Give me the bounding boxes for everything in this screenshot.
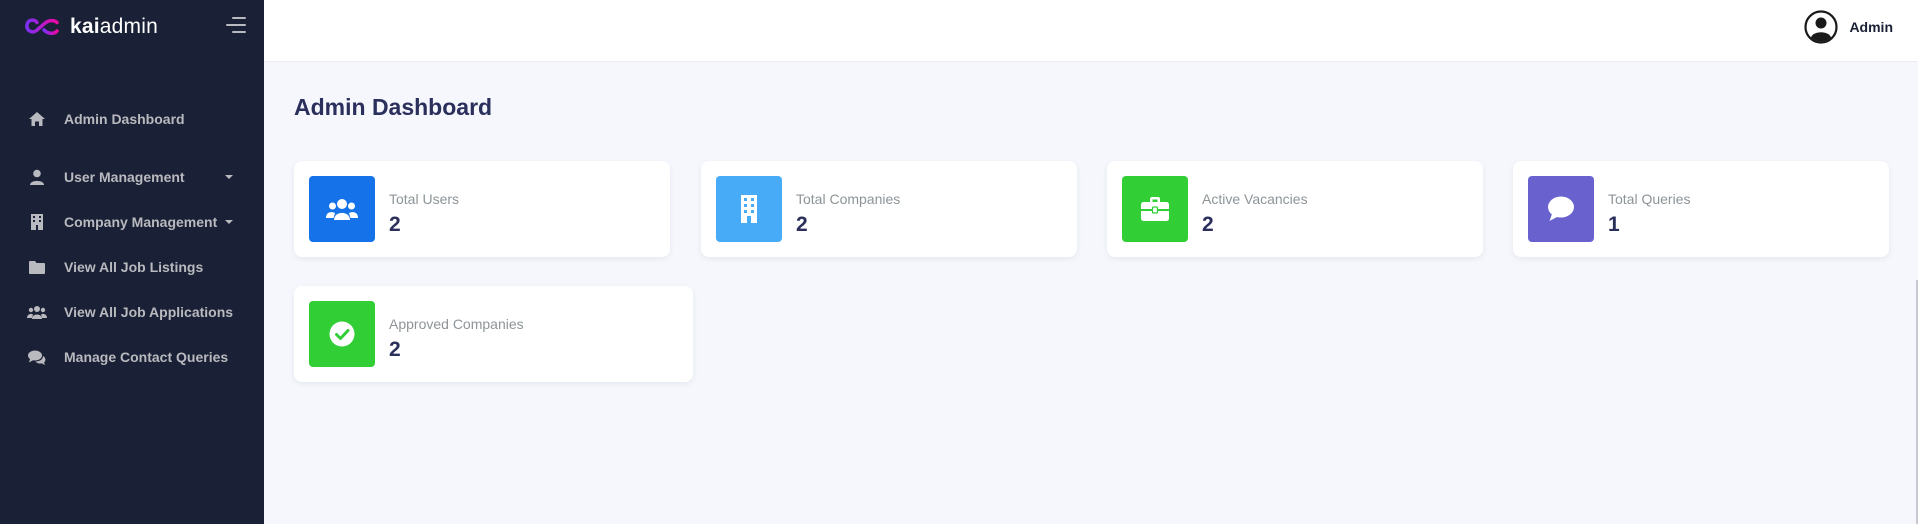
user-avatar-icon	[1804, 10, 1839, 44]
card-value: 2	[389, 338, 401, 361]
top-navbar: Admin	[264, 0, 1918, 62]
sidebar-item-admin-dashboard[interactable]: Admin Dashboard	[0, 102, 264, 136]
stat-card-total-queries: Total Queries 1	[1513, 161, 1889, 257]
stat-card-total-users: Total Users 2	[294, 161, 670, 257]
sidebar-item-user-management[interactable]: User Management	[0, 160, 264, 194]
kaiadmin-logo-icon	[24, 16, 64, 38]
card-label: Active Vacancies	[1202, 191, 1308, 207]
sidebar-item-label: View All Job Applications	[64, 304, 234, 320]
brand[interactable]: kaiadmin	[0, 0, 264, 54]
sidebar: kaiadmin Admin Dashboard User Management…	[0, 0, 264, 524]
sidebar-item-label: Admin Dashboard	[64, 111, 185, 127]
building-icon	[716, 176, 782, 242]
card-value: 2	[1202, 213, 1214, 236]
sidebar-toggle-button[interactable]	[222, 17, 246, 37]
brand-name: kaiadmin	[70, 15, 158, 38]
sidebar-item-label: Company Management	[64, 214, 218, 230]
stat-card-approved-companies: Approved Companies 2	[294, 286, 693, 382]
home-icon	[27, 111, 47, 127]
page-title: Admin Dashboard	[294, 94, 493, 120]
building-icon	[27, 214, 47, 230]
sidebar-item-job-applications[interactable]: View All Job Applications	[0, 295, 264, 329]
sidebar-item-company-management[interactable]: Company Management	[0, 205, 264, 239]
comments-icon	[27, 349, 47, 365]
stat-card-total-companies: Total Companies 2	[701, 161, 1077, 257]
sidebar-item-label: View All Job Listings	[64, 259, 204, 275]
folder-icon	[27, 259, 47, 275]
card-label: Approved Companies	[389, 316, 524, 332]
user-name: Admin	[1849, 19, 1893, 35]
user-menu[interactable]: Admin	[1804, 10, 1893, 44]
card-value: 2	[796, 213, 808, 236]
users-icon	[27, 304, 47, 320]
card-value: 1	[1608, 213, 1620, 236]
sidebar-item-contact-queries[interactable]: Manage Contact Queries	[0, 340, 264, 374]
check-circle-icon	[309, 301, 375, 367]
briefcase-icon	[1122, 176, 1188, 242]
chevron-down-icon	[225, 220, 233, 224]
users-icon	[309, 176, 375, 242]
sidebar-item-label: Manage Contact Queries	[64, 349, 229, 365]
card-value: 2	[389, 213, 401, 236]
user-icon	[27, 169, 47, 185]
sidebar-item-job-listings[interactable]: View All Job Listings	[0, 250, 264, 284]
chevron-down-icon	[225, 175, 233, 179]
comment-icon	[1528, 176, 1594, 242]
card-label: Total Queries	[1608, 191, 1691, 207]
card-label: Total Users	[389, 191, 460, 207]
card-label: Total Companies	[796, 191, 901, 207]
stat-card-active-vacancies: Active Vacancies 2	[1107, 161, 1483, 257]
sidebar-item-label: User Management	[64, 169, 185, 185]
